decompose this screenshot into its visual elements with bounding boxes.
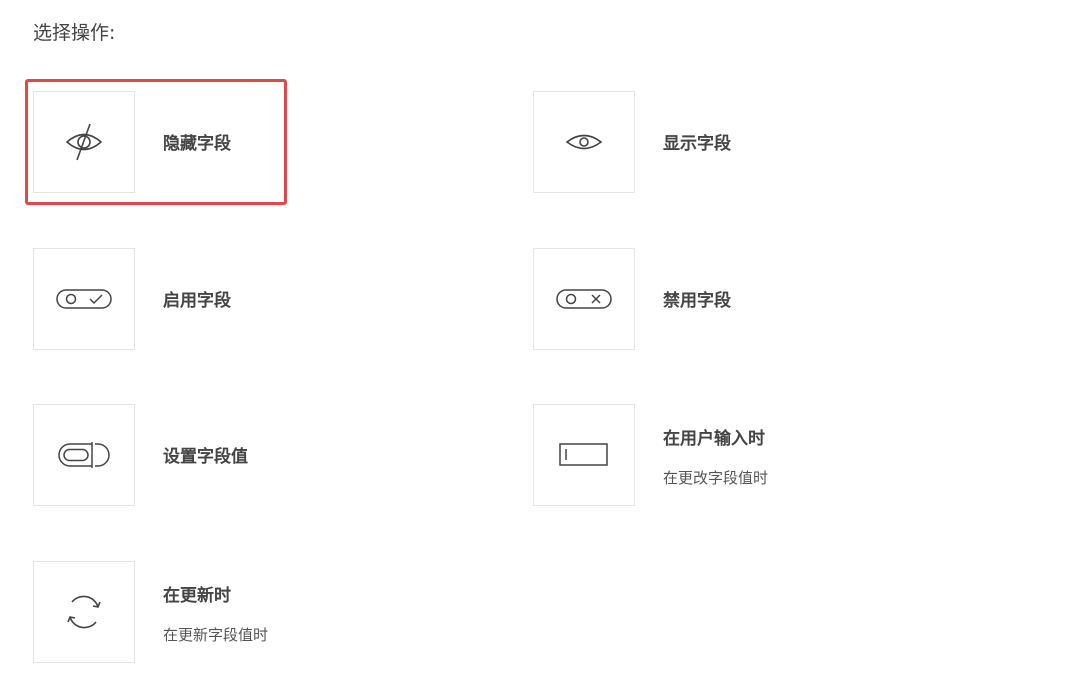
- eye-slash-icon: [64, 122, 104, 162]
- option-icon-box: [533, 91, 635, 193]
- option-icon-box: [533, 248, 635, 350]
- option-hide-field[interactable]: 隐藏字段: [33, 91, 493, 195]
- option-label: 设置字段值: [163, 447, 248, 467]
- option-enable-field[interactable]: 启用字段: [33, 248, 493, 352]
- refresh-icon: [63, 591, 105, 633]
- option-icon-box: [33, 248, 135, 350]
- option-label: 在更新时: [163, 586, 231, 606]
- option-label: 禁用字段: [663, 291, 731, 311]
- toggle-check-icon: [56, 287, 112, 311]
- option-label: 在用户输入时: [663, 429, 765, 449]
- option-on-update[interactable]: 在更新时 在更新字段值时: [33, 561, 493, 665]
- option-on-user-input[interactable]: 在用户输入时 在更改字段值时: [533, 404, 993, 508]
- option-disable-field[interactable]: 禁用字段: [533, 248, 993, 352]
- input-value-icon: [58, 441, 110, 469]
- option-icon-box: [533, 404, 635, 506]
- option-sublabel: 在更新字段值时: [163, 626, 269, 644]
- option-icon-box: [33, 561, 135, 663]
- option-label: 启用字段: [163, 291, 231, 311]
- option-icon-box: [33, 404, 135, 506]
- option-label: 隐藏字段: [163, 134, 231, 154]
- page-title: 选择操作:: [33, 22, 116, 44]
- text-cursor-box-icon: [559, 442, 609, 468]
- toggle-x-icon: [556, 287, 612, 311]
- option-show-field[interactable]: 显示字段: [533, 91, 993, 195]
- option-set-field-value[interactable]: 设置字段值: [33, 404, 493, 508]
- option-icon-box: [33, 91, 135, 193]
- option-label: 显示字段: [663, 134, 731, 154]
- eye-icon: [564, 122, 604, 162]
- option-sublabel: 在更改字段值时: [663, 469, 769, 487]
